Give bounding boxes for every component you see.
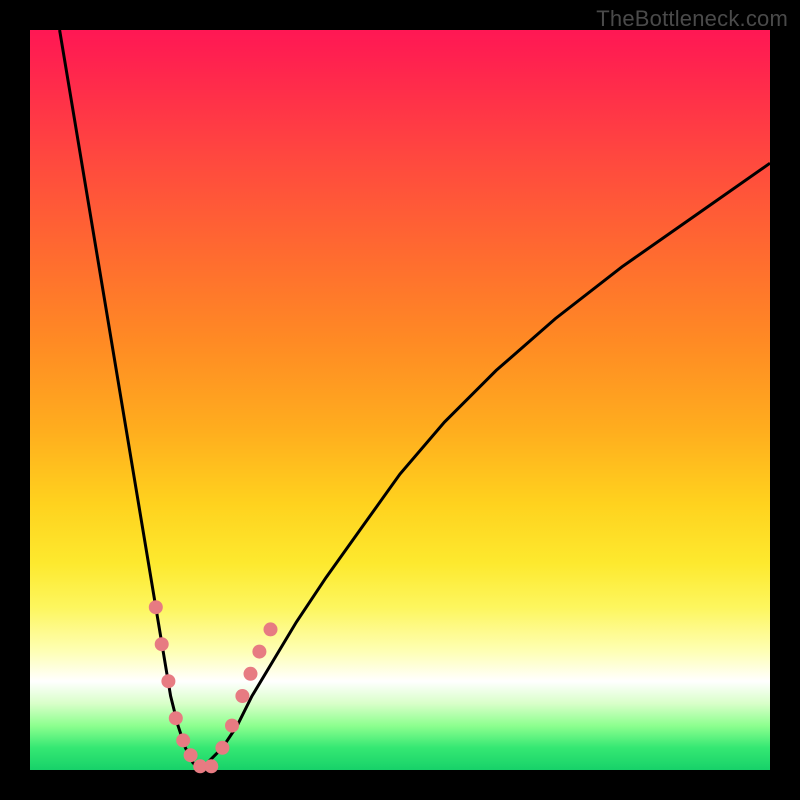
marker-dot (184, 748, 198, 762)
left-branch-curve (60, 30, 201, 770)
marker-dot (235, 689, 249, 703)
plot-area (30, 30, 770, 770)
marker-dot (215, 741, 229, 755)
marker-dot (244, 667, 258, 681)
marker-dot (264, 622, 278, 636)
attribution-label: TheBottleneck.com (596, 6, 788, 32)
marker-dot (169, 711, 183, 725)
marker-dot (176, 733, 190, 747)
right-branch-curve (200, 163, 770, 770)
curve-layer (30, 30, 770, 770)
marker-dot (252, 645, 266, 659)
marker-dot (225, 719, 239, 733)
marker-dot (155, 637, 169, 651)
marker-dot (204, 759, 218, 773)
marker-dot (161, 674, 175, 688)
chart-frame: TheBottleneck.com (0, 0, 800, 800)
marker-dot (149, 600, 163, 614)
